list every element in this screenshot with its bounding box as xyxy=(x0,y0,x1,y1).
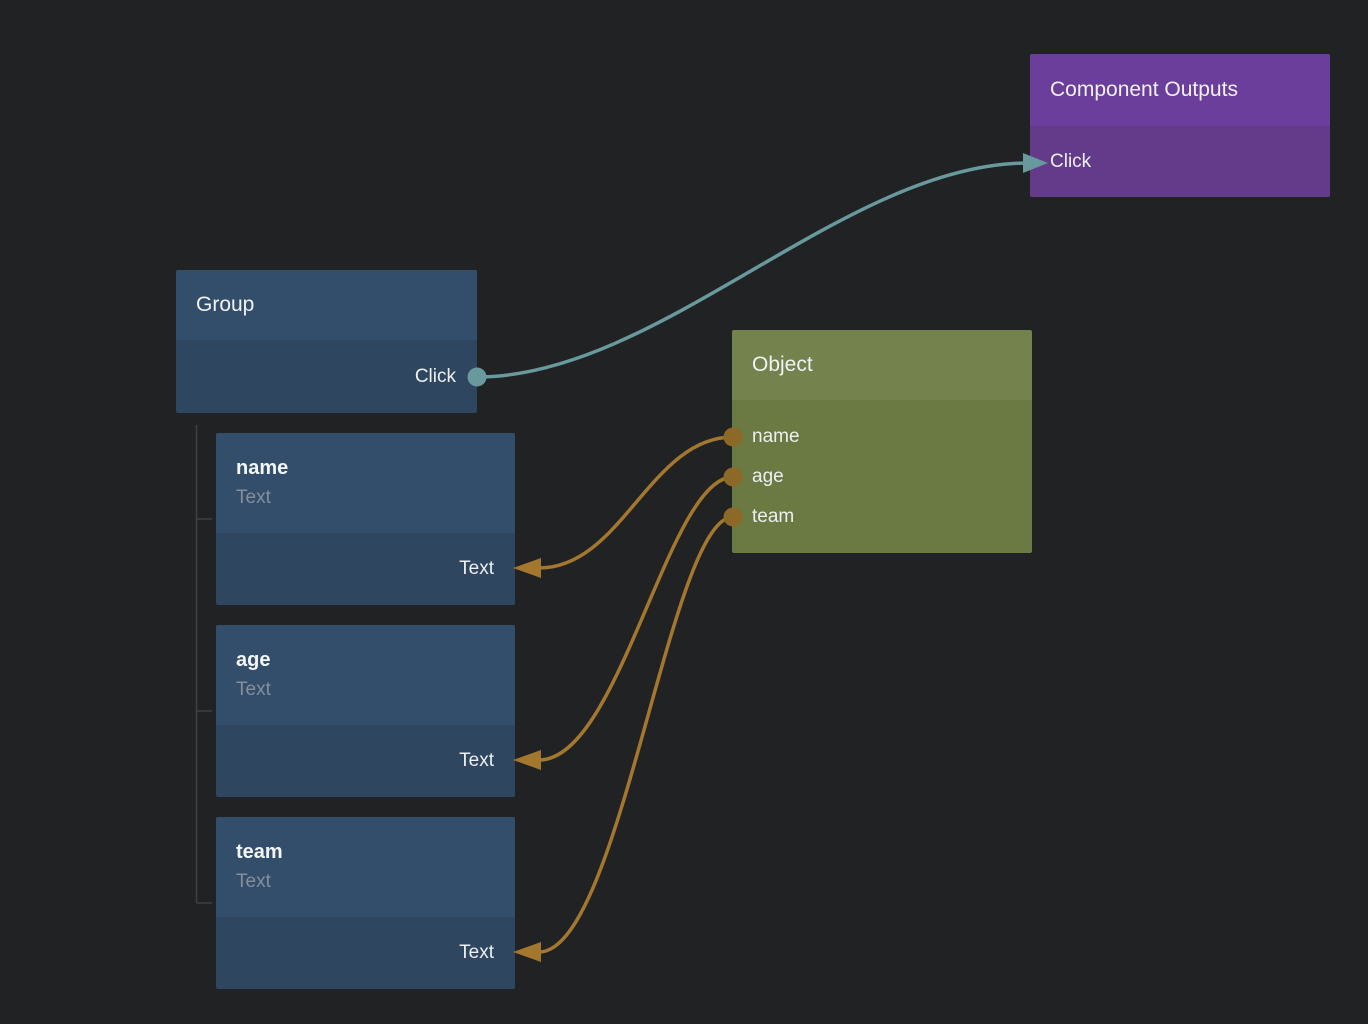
node-title: Component Outputs xyxy=(1050,78,1238,102)
node-type-label: Text xyxy=(236,675,271,705)
port-row-age-text: Text xyxy=(216,741,515,781)
node-age[interactable]: age Text Text xyxy=(216,625,515,797)
port-row-object-team: team xyxy=(732,497,1032,537)
input-port-label: Text xyxy=(459,942,494,964)
node-group[interactable]: Group Click xyxy=(176,270,477,413)
node-name-body: Text xyxy=(216,533,515,605)
node-title: name xyxy=(236,453,288,483)
node-component-outputs[interactable]: Component Outputs Click xyxy=(1030,54,1330,197)
node-team-body: Text xyxy=(216,917,515,989)
arrowhead-team-text xyxy=(513,942,541,962)
input-port-label: Text xyxy=(459,750,494,772)
node-component-outputs-header: Component Outputs xyxy=(1030,54,1330,126)
node-title: age xyxy=(236,645,270,675)
output-port-label: Click xyxy=(415,366,456,388)
node-name[interactable]: name Text Text xyxy=(216,433,515,605)
port-row-group-click: Click xyxy=(176,357,477,397)
wire-object-team-to-team-text[interactable] xyxy=(539,517,733,952)
node-title: Object xyxy=(752,353,813,377)
node-group-body: Click xyxy=(176,340,477,413)
arrowhead-name-text xyxy=(513,558,541,578)
node-type-label: Text xyxy=(236,867,271,897)
node-object-header: Object xyxy=(732,330,1032,400)
input-port-label: Text xyxy=(459,558,494,580)
node-object-body: name age team xyxy=(732,400,1032,553)
node-type-label: Text xyxy=(236,483,271,513)
port-row-team-text: Text xyxy=(216,933,515,973)
node-age-header: age Text xyxy=(216,625,515,725)
wire-object-name-to-name-text[interactable] xyxy=(539,437,733,568)
node-object[interactable]: Object name age team xyxy=(732,330,1032,553)
wire-object-age-to-age-text[interactable] xyxy=(539,477,733,760)
output-port-label: name xyxy=(752,426,800,448)
node-name-header: name Text xyxy=(216,433,515,533)
node-team[interactable]: team Text Text xyxy=(216,817,515,989)
node-component-outputs-body: Click xyxy=(1030,126,1330,197)
output-port-label: team xyxy=(752,506,794,528)
port-row-name-text: Text xyxy=(216,549,515,589)
node-group-header: Group xyxy=(176,270,477,340)
input-port-label: Click xyxy=(1050,151,1091,173)
node-age-body: Text xyxy=(216,725,515,797)
port-row-object-name: name xyxy=(732,417,1032,457)
output-port-label: age xyxy=(752,466,784,488)
node-title: team xyxy=(236,837,283,867)
arrowhead-age-text xyxy=(513,750,541,770)
node-team-header: team Text xyxy=(216,817,515,917)
node-graph-canvas[interactable]: Group Click Component Outputs Click Obje… xyxy=(0,0,1368,1024)
port-row-component-click: Click xyxy=(1030,142,1330,182)
node-title: Group xyxy=(196,293,254,317)
port-row-object-age: age xyxy=(732,457,1032,497)
